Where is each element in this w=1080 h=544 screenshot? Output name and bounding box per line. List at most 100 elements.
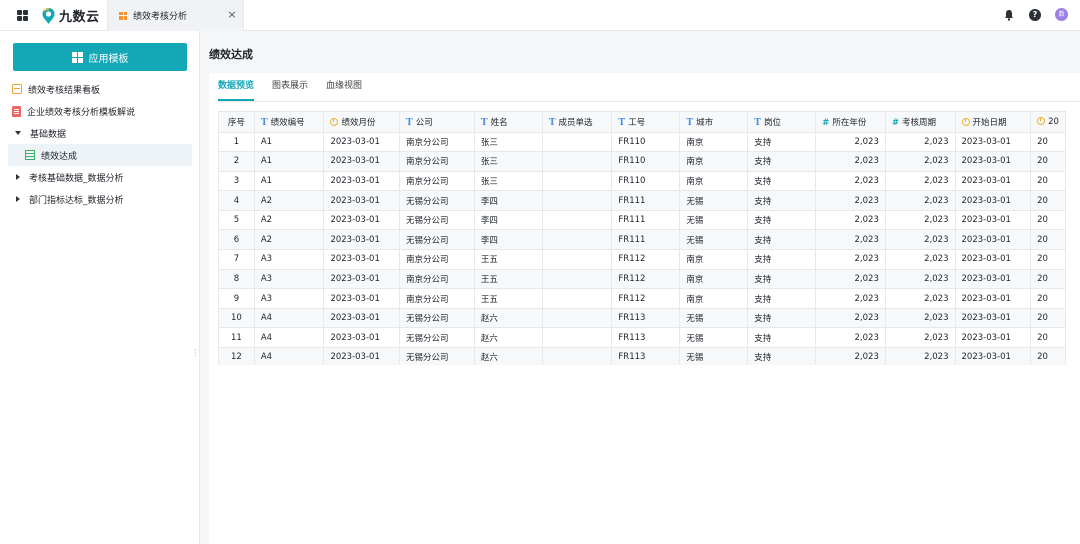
table-cell[interactable]: 赵六 xyxy=(474,347,543,365)
column-header[interactable]: 20 xyxy=(1030,112,1066,133)
table-cell[interactable]: 2023-03-01 xyxy=(955,190,1032,211)
table-cell[interactable]: FR111 xyxy=(611,190,681,211)
table-cell[interactable]: FR110 xyxy=(611,132,681,153)
table-cell[interactable]: 20 xyxy=(1030,249,1066,270)
bell-icon[interactable] xyxy=(1003,9,1015,21)
table-cell[interactable]: 2,023 xyxy=(815,308,886,329)
table-cell[interactable]: 无锡分公司 xyxy=(399,229,475,251)
table-cell[interactable]: 支持 xyxy=(747,229,817,251)
sidebar-folder-base-data[interactable]: 基础数据 xyxy=(0,122,200,144)
table-cell[interactable]: 2,023 xyxy=(885,249,956,270)
table-cell[interactable]: 南京 xyxy=(679,151,749,172)
caret-down-icon[interactable] xyxy=(15,131,21,135)
table-cell[interactable] xyxy=(542,288,613,309)
table-cell[interactable]: 2,023 xyxy=(815,288,886,309)
tab-chart-view[interactable]: 图表展示 xyxy=(272,73,308,101)
table-cell[interactable]: A1 xyxy=(254,151,325,172)
table-cell[interactable]: 2023-03-01 xyxy=(323,327,401,349)
column-header[interactable]: T 公司 xyxy=(399,112,475,133)
table-cell[interactable]: 11 xyxy=(219,327,255,349)
table-cell[interactable]: 20 xyxy=(1030,347,1066,365)
table-cell[interactable]: 4 xyxy=(219,190,255,211)
table-cell[interactable]: 2,023 xyxy=(815,210,886,231)
table-cell[interactable]: 王五 xyxy=(474,249,543,270)
table-cell[interactable]: 无锡分公司 xyxy=(399,308,475,329)
table-cell[interactable]: 王五 xyxy=(474,269,543,290)
table-cell[interactable]: 支持 xyxy=(747,249,817,270)
table-cell[interactable]: 南京分公司 xyxy=(399,269,475,290)
table-cell[interactable]: 10 xyxy=(219,308,255,329)
table-cell[interactable]: 20 xyxy=(1030,269,1066,290)
table-cell[interactable]: FR112 xyxy=(611,269,681,290)
table-cell[interactable]: 2023-03-01 xyxy=(955,151,1032,172)
table-cell[interactable]: 9 xyxy=(219,288,255,309)
table-cell[interactable]: 2023-03-01 xyxy=(323,288,401,309)
table-cell[interactable]: 南京分公司 xyxy=(399,249,475,270)
sidebar-folder-assessment-analysis[interactable]: 考核基础数据_数据分析 xyxy=(0,166,200,188)
table-cell[interactable]: 2,023 xyxy=(885,210,956,231)
table-cell[interactable]: 20 xyxy=(1030,151,1066,172)
table-cell[interactable]: 南京分公司 xyxy=(399,171,475,192)
table-cell[interactable]: 2023-03-01 xyxy=(955,249,1032,270)
table-cell[interactable]: 支持 xyxy=(747,171,817,192)
table-cell[interactable]: A2 xyxy=(254,210,325,231)
column-header[interactable]: T 成员单选 xyxy=(542,112,613,133)
table-cell[interactable]: 20 xyxy=(1030,190,1066,211)
table-cell[interactable]: FR113 xyxy=(611,347,681,365)
table-cell[interactable]: 支持 xyxy=(747,347,817,365)
table-cell[interactable]: 20 xyxy=(1030,229,1066,251)
sidebar-resize-handle-icon[interactable]: · · · xyxy=(194,347,197,361)
table-cell[interactable]: 2,023 xyxy=(885,269,956,290)
table-row[interactable]: 9 A3 2023-03-01 南京分公司 王五 FR112 南京 支持 2,023 2,023 2… xyxy=(219,288,1066,309)
table-cell[interactable]: A4 xyxy=(254,327,325,349)
table-cell[interactable]: 支持 xyxy=(747,132,817,153)
table-cell[interactable]: 2,023 xyxy=(885,347,956,365)
table-cell[interactable]: 2 xyxy=(219,151,255,172)
table-cell[interactable]: A2 xyxy=(254,190,325,211)
table-cell[interactable]: A4 xyxy=(254,308,325,329)
table-cell[interactable]: 支持 xyxy=(747,327,817,349)
table-cell[interactable] xyxy=(542,347,613,365)
table-cell[interactable]: 20 xyxy=(1030,288,1066,309)
table-cell[interactable]: FR112 xyxy=(611,249,681,270)
table-cell[interactable]: 南京分公司 xyxy=(399,132,475,153)
table-row[interactable]: 8 A3 2023-03-01 南京分公司 王五 FR112 南京 支持 2,023 2,023 2… xyxy=(219,269,1066,290)
table-cell[interactable]: 3 xyxy=(219,171,255,192)
tab-performance-analysis[interactable]: 绩效考核分析 × xyxy=(107,0,244,31)
table-cell[interactable]: 2023-03-01 xyxy=(323,210,401,231)
table-cell[interactable]: 2023-03-01 xyxy=(955,171,1032,192)
table-row[interactable]: 12 A4 2023-03-01 无锡分公司 赵六 FR113 无锡 支持 2,023 2,023… xyxy=(219,347,1066,365)
table-cell[interactable]: 5 xyxy=(219,210,255,231)
table-row[interactable]: 10 A4 2023-03-01 无锡分公司 赵六 FR113 无锡 支持 2,023 2,023… xyxy=(219,308,1066,329)
tab-data-preview[interactable]: 数据预览 xyxy=(218,73,255,101)
table-cell[interactable]: 无锡分公司 xyxy=(399,347,475,365)
help-icon[interactable]: ? xyxy=(1029,8,1041,21)
table-cell[interactable]: 支持 xyxy=(747,151,817,172)
table-cell[interactable]: 张三 xyxy=(474,171,543,192)
table-cell[interactable]: 2,023 xyxy=(885,229,956,251)
table-cell[interactable]: 无锡 xyxy=(679,347,749,365)
data-table[interactable]: 序号 T 绩效编号 绩效月份 T 公司 T 姓名 T 成员单选 T 工号 T 城市 T 岗位 # 所在年份 # 考核周… xyxy=(218,111,1066,365)
table-cell[interactable]: FR111 xyxy=(611,210,681,231)
column-header[interactable]: T 岗位 xyxy=(747,112,817,133)
table-cell[interactable]: FR113 xyxy=(611,308,681,329)
table-cell[interactable]: 2023-03-01 xyxy=(955,269,1032,290)
table-cell[interactable]: 支持 xyxy=(747,190,817,211)
table-cell[interactable]: 赵六 xyxy=(474,308,543,329)
table-cell[interactable]: 1 xyxy=(219,132,255,153)
table-cell[interactable]: 张三 xyxy=(474,132,543,153)
table-cell[interactable]: 2023-03-01 xyxy=(955,210,1032,231)
table-cell[interactable] xyxy=(542,327,613,349)
table-cell[interactable]: FR110 xyxy=(611,171,681,192)
table-row[interactable]: 2 A1 2023-03-01 南京分公司 张三 FR110 南京 支持 2,023 2,023 2… xyxy=(219,151,1066,172)
table-cell[interactable]: 无锡 xyxy=(679,229,749,251)
table-cell[interactable]: 2,023 xyxy=(815,327,886,349)
table-cell[interactable]: 李四 xyxy=(474,190,543,211)
column-header[interactable]: 绩效月份 xyxy=(323,112,401,133)
table-cell[interactable]: 2,023 xyxy=(885,308,956,329)
table-cell[interactable]: 张三 xyxy=(474,151,543,172)
tab-lineage-view[interactable]: 血缘视图 xyxy=(326,73,362,101)
table-cell[interactable]: 2,023 xyxy=(885,327,956,349)
table-cell[interactable] xyxy=(542,132,613,153)
apply-template-button[interactable]: 应用模板 xyxy=(13,43,187,71)
